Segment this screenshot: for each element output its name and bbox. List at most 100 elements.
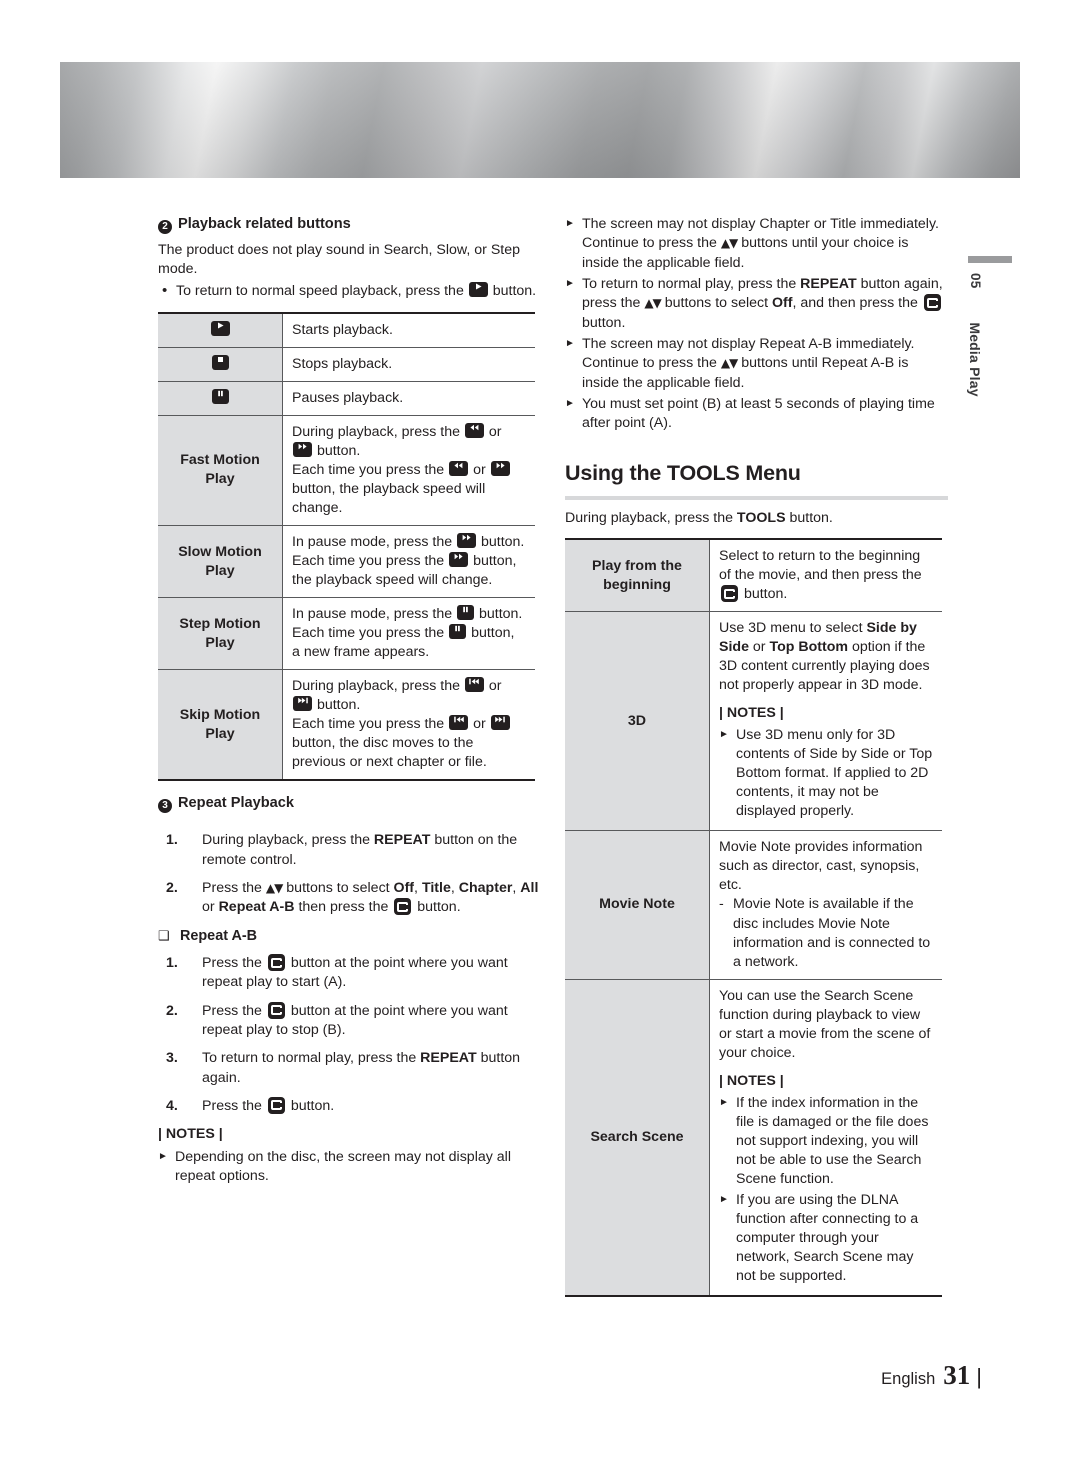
notes-heading: | NOTES | [719,1072,784,1089]
dash-item: - Movie Note is available if the disc in… [719,895,933,971]
note-text: You must set point (B) at least 5 second… [582,395,935,432]
step-number: 2. [166,1002,178,1019]
skip-next-icon [293,696,312,712]
step-text: Press the ▲▼ buttons to select Off, Titl… [202,879,539,916]
step-text: During playback, press the REPEAT button… [202,832,518,868]
search-scene-text: You can use the Search Scene function du… [719,987,931,1061]
enter-icon [923,294,941,312]
repeat-ab-label: Repeat A-B [180,928,258,945]
triangle-bullet-icon: ► [158,1150,168,1162]
section-3-title: Repeat Playback [178,795,295,812]
cell-value: Select to return to the beginning of the… [709,537,942,613]
play-icon [210,320,230,336]
triangle-bullet-icon: ► [719,729,729,741]
note-item: ► The screen may not display Repeat A-B … [565,335,948,393]
cell-key-slow-motion: Slow Motion Play [158,525,283,599]
cell-value: You can use the Search Scene function du… [709,979,942,1298]
up-down-arrows-icon: ▲▼ [720,356,738,371]
step-item: 1. During playback, press the REPEAT but… [158,831,541,870]
square-bullet-icon: ❑ [158,928,170,944]
note-item: ► If the index information in the file i… [719,1094,933,1189]
step-item: 3. To return to normal play, press the R… [158,1049,541,1088]
fast-forward-icon [457,533,477,549]
cell-value: Use 3D menu to select Side by Side or To… [709,611,942,832]
notes-heading: | NOTES | [158,1126,223,1143]
cell-value: Movie Note provides information such as … [709,830,942,980]
enter-icon [267,1001,285,1019]
section-2-heading: 2 Playback related buttons [158,215,541,235]
note-item: ► Depending on the disc, the screen may … [158,1148,541,1187]
play-icon [468,282,488,298]
step-number: 2. [166,879,178,896]
fast-forward-icon [293,441,312,457]
footer-bar: | [976,1364,982,1389]
step-item: 2. Press the ▲▼ buttons to select Off, T… [158,879,541,918]
cell-key-skip-motion: Skip Motion Play [158,669,283,782]
table-row: 3D Use 3D menu to select Side by Side or… [565,611,942,832]
triangle-bullet-icon: ► [565,397,575,409]
pause-icon [211,388,229,404]
cell-key-play-from-beginning: Play from the beginning [565,537,710,613]
table-row: Pauses playback. [158,381,535,416]
side-tab-label: Media Play [967,322,983,397]
heading-rule [565,495,948,500]
playback-buttons-table: Starts playback. Stops playback. Pauses … [158,311,535,782]
section-2-intro: The product does not play sound in Searc… [158,241,521,278]
note-item: ► Use 3D menu only for 3D contents of Si… [719,726,933,821]
dash-text: Movie Note is available if the disc incl… [733,896,931,970]
note-item: ► The screen may not display Chapter or … [565,215,948,273]
note-text: Depending on the disc, the screen may no… [175,1148,511,1184]
enter-icon [721,585,738,603]
tools-menu-intro: During playback, press the TOOLS button. [565,509,833,526]
triangle-bullet-icon: ► [565,218,575,229]
stop-icon [211,354,229,370]
step-number: 1. [166,955,178,972]
cell-value: During playback, press the or button. Ea… [282,669,535,782]
tools-menu-heading: Using the TOOLS Menu [565,461,801,486]
step-text: To return to normal play, press the REPE… [202,1050,521,1086]
pause-icon [457,605,475,621]
step-item: 2. Press the button at the point where y… [158,1001,541,1041]
enter-icon [394,898,412,916]
up-down-arrows-icon: ▲▼ [644,296,661,311]
note-text: To return to normal play, press the REPE… [582,275,943,331]
table-row: Fast Motion Play During playback, press … [158,415,535,527]
side-tab-text: 05 Media Play [967,273,983,423]
section-3-heading: 3 Repeat Playback [158,794,541,814]
cell-value: In pause mode, press the button. Each ti… [282,597,535,671]
cell-value: Pauses playback. [282,381,535,416]
manual-page: 05 Media Play 2 Playback related buttons… [0,0,1080,1479]
skip-next-icon [490,715,510,731]
note-text: The screen may not display Repeat A-B im… [582,335,915,391]
step-text: Press the button. [202,1096,335,1114]
note-text: Use 3D menu only for 3D contents of Side… [736,727,933,820]
triangle-bullet-icon: ► [719,1096,729,1108]
notes-heading: | NOTES | [719,705,784,722]
cell-value: During playback, press the or button. Ea… [282,415,535,527]
step-text: Press the button at the point where you … [202,1001,508,1038]
fast-forward-icon [449,552,469,568]
cell-value: In pause mode, press the button. Each ti… [282,525,535,599]
tools-menu-table: Play from the beginning Select to return… [565,537,942,1298]
footer-page-number: 31 [943,1360,971,1390]
cell-key-3d: 3D [565,611,710,832]
skip-previous-icon [449,715,469,731]
note-item: ► You must set point (B) at least 5 seco… [565,395,948,434]
rewind-icon [449,460,469,476]
step-number: 4. [166,1097,178,1114]
cell-value: Stops playback. [282,347,535,382]
cell-key-search-scene: Search Scene [565,979,710,1298]
cell-key-play [158,311,283,348]
table-row: Step Motion Play In pause mode, press th… [158,597,535,671]
movie-note-text: Movie Note provides information such as … [719,839,923,894]
left-column: 2 Playback related buttons The product d… [158,215,541,1188]
section-2-title: Playback related buttons [178,216,351,232]
skip-previous-icon [464,677,484,693]
cell-key-stop [158,347,283,382]
side-tab-bar [968,256,1012,263]
triangle-bullet-icon: ► [565,337,575,349]
note-item: ► To return to normal play, press the RE… [565,275,948,333]
enter-icon [267,1096,285,1114]
table-row: Skip Motion Play During playback, press … [158,669,535,782]
section-2-bullet: • To return to normal speed playback, pr… [162,282,541,301]
